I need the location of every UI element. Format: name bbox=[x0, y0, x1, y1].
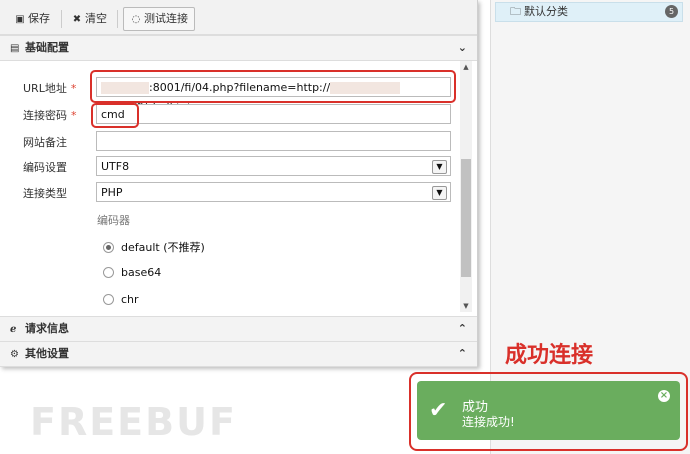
chevron-down-icon: ⌄ bbox=[457, 41, 467, 54]
highlight-box-url bbox=[90, 70, 456, 103]
tree-item-default-category[interactable]: 🗀 默认分类 5 bbox=[495, 2, 683, 22]
encoding-select[interactable]: UTF8 ▼ bbox=[96, 156, 451, 176]
radio-icon bbox=[103, 293, 114, 305]
scroll-up-icon[interactable]: ▲ bbox=[460, 61, 472, 73]
chevron-up-icon: ⌃ bbox=[457, 347, 467, 360]
toolbar: ▣ 保存 ✖ 清空 ◌ 测试连接 bbox=[0, 0, 477, 35]
password-label: 连接密码 * bbox=[23, 109, 77, 122]
watermark: FREEBUF bbox=[30, 400, 237, 444]
chevron-down-icon: ▼ bbox=[432, 186, 447, 200]
folder-icon: 🗀 bbox=[510, 5, 521, 18]
count-badge: 5 bbox=[665, 5, 678, 18]
clear-button[interactable]: ✖ 清空 bbox=[71, 8, 107, 30]
file-icon: ▤ bbox=[10, 43, 20, 54]
browser-icon: ℯ bbox=[10, 324, 17, 335]
form-scrollbar[interactable]: ▲ ▼ bbox=[460, 61, 472, 312]
encoding-label: 编码设置 bbox=[23, 161, 67, 174]
radio-selected-icon bbox=[103, 241, 114, 253]
highlight-box-password bbox=[91, 103, 139, 128]
encoder-radio-chr[interactable]: chr bbox=[103, 293, 139, 306]
encoder-radio-default[interactable]: default (不推荐) bbox=[103, 239, 205, 255]
type-label: 连接类型 bbox=[23, 187, 67, 200]
test-connection-button[interactable]: ◌ 测试连接 bbox=[123, 7, 195, 31]
section-other[interactable]: ⚙ 其他设置 ⌃ bbox=[0, 341, 477, 367]
chevron-up-icon: ⌃ bbox=[457, 322, 467, 335]
highlight-box-toast bbox=[409, 372, 688, 451]
password-input[interactable]: cmd bbox=[96, 104, 451, 124]
note-input[interactable] bbox=[96, 131, 451, 151]
clear-icon: ✖ bbox=[72, 14, 82, 25]
shell-config-dialog: ▣ 保存 ✖ 清空 ◌ 测试连接 ▤ 基础配置 ⌄ URL地址 * :8001/fi/04… bbox=[0, 0, 478, 367]
radio-icon bbox=[103, 266, 114, 278]
section-request[interactable]: ℯ 请求信息 ⌃ bbox=[0, 316, 477, 342]
toolbar-divider bbox=[61, 10, 62, 28]
type-select[interactable]: PHP ▼ bbox=[96, 182, 451, 202]
save-button[interactable]: ▣ 保存 bbox=[14, 8, 50, 30]
toolbar-divider bbox=[117, 10, 118, 28]
spinner-icon: ◌ bbox=[131, 14, 141, 25]
success-annotation: 成功连接 bbox=[505, 343, 594, 368]
scroll-down-icon[interactable]: ▼ bbox=[460, 300, 472, 312]
section-basic[interactable]: ▤ 基础配置 ⌄ bbox=[0, 35, 477, 61]
encoder-radio-base64[interactable]: base64 bbox=[103, 266, 161, 279]
note-label: 网站备注 bbox=[23, 136, 67, 149]
url-label: URL地址 * bbox=[23, 82, 77, 95]
chevron-down-icon: ▼ bbox=[432, 160, 447, 174]
gears-icon: ⚙ bbox=[10, 349, 19, 360]
scroll-thumb[interactable] bbox=[461, 159, 471, 277]
save-icon: ▣ bbox=[15, 14, 25, 25]
encoder-label: 编码器 bbox=[97, 214, 130, 227]
